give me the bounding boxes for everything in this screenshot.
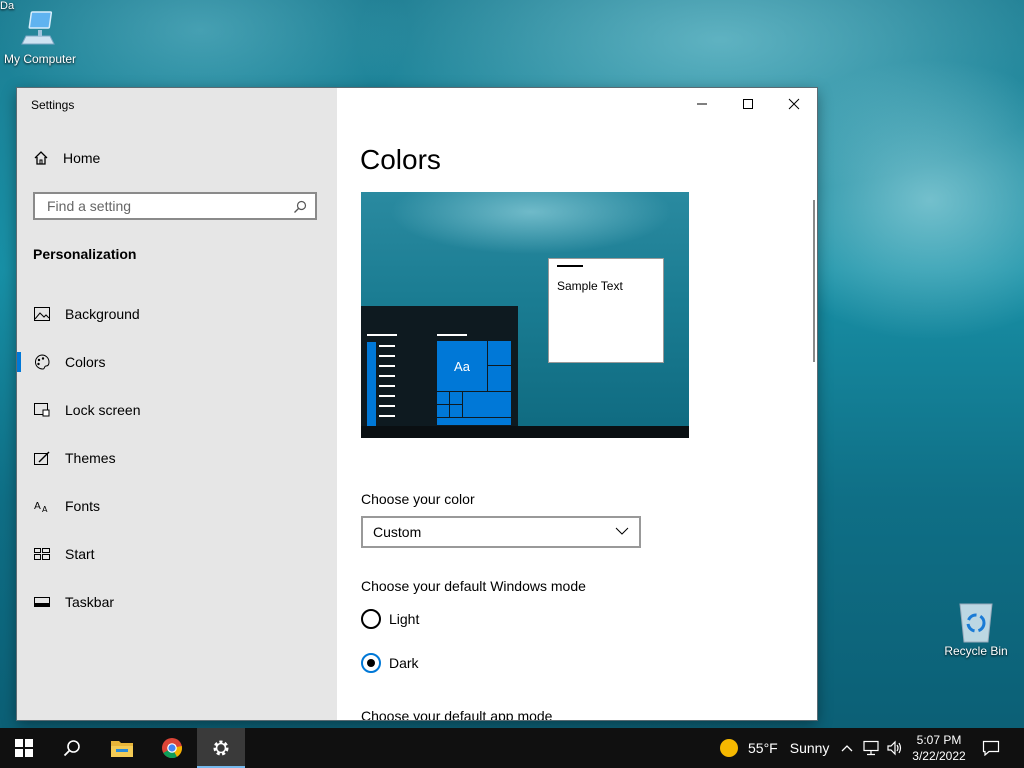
scrollbar[interactable]: [813, 200, 815, 362]
search-icon: [63, 740, 80, 757]
preview-start-menu: Aa: [361, 306, 518, 426]
preview-taskbar: [361, 426, 689, 438]
windows-start-icon: [15, 739, 33, 757]
start-button[interactable]: [0, 728, 48, 768]
sidebar-item-lock-screen[interactable]: Lock screen: [17, 386, 337, 434]
weather-temp: 55°F: [748, 740, 778, 756]
network-button[interactable]: [860, 728, 882, 768]
nav-list: Background Colors Lock screen Themes A A…: [17, 290, 337, 626]
sidebar-item-home[interactable]: Home: [33, 150, 100, 166]
file-explorer-icon: [111, 741, 133, 757]
content-pane: Colors Sample Text Aa Choose your color …: [337, 88, 817, 720]
svg-text:A: A: [42, 505, 48, 513]
start-icon: [33, 545, 51, 563]
minimize-icon: [697, 103, 707, 105]
minimize-button[interactable]: [679, 88, 725, 120]
theme-preview: Sample Text Aa: [361, 192, 689, 438]
desktop-icon-recycle-bin[interactable]: Recycle Bin: [936, 600, 1016, 658]
app-mode-label: Choose your default app mode: [361, 708, 553, 720]
window-title: Settings: [31, 98, 75, 112]
sidebar-item-label: Colors: [65, 354, 106, 370]
preview-window: Sample Text: [548, 258, 664, 363]
notifications-button[interactable]: [978, 728, 1004, 768]
sidebar-item-label: Taskbar: [65, 594, 115, 610]
desktop-icon-label: Recycle Bin: [944, 644, 1008, 658]
chrome-icon: [162, 738, 183, 759]
sidebar-item-label: Background: [65, 306, 140, 322]
taskbar-icon: [33, 593, 51, 611]
network-icon: [863, 740, 879, 756]
search-box[interactable]: [33, 192, 317, 220]
page-title: Colors: [360, 144, 441, 175]
close-button[interactable]: [771, 88, 817, 120]
sidebar-item-label: Home: [63, 150, 101, 166]
computer-icon: [20, 8, 60, 48]
preview-tile-aa: Aa: [436, 340, 488, 392]
sidebar-item-label: Lock screen: [65, 402, 141, 418]
settings-taskbar-button[interactable]: [197, 728, 245, 768]
clock[interactable]: 5:07 PM 3/22/2022: [906, 732, 972, 764]
picture-icon: [33, 305, 51, 323]
sidebar-item-themes[interactable]: Themes: [17, 434, 337, 482]
home-icon: [34, 151, 48, 165]
choose-color-label: Choose your color: [361, 491, 475, 507]
radio-dark[interactable]: Dark: [361, 653, 419, 673]
radio-label: Dark: [389, 655, 419, 671]
svg-text:A: A: [34, 501, 41, 512]
radio-button[interactable]: [361, 609, 381, 629]
color-dropdown-value: Custom: [373, 524, 422, 540]
lock-screen-icon: [33, 401, 51, 419]
sidebar-item-taskbar[interactable]: Taskbar: [17, 578, 337, 626]
chrome-button[interactable]: [148, 728, 196, 768]
volume-button[interactable]: [884, 728, 906, 768]
weather-widget[interactable]: 55°F Sunny: [720, 728, 829, 768]
fonts-icon: AA: [33, 497, 51, 515]
sidebar-item-label: Fonts: [65, 498, 101, 514]
section-title: Personalization: [33, 246, 137, 262]
sidebar: Settings Home Personalization Background: [17, 88, 337, 720]
radio-light[interactable]: Light: [361, 609, 419, 629]
settings-window: Settings Home Personalization Background: [17, 88, 817, 720]
speaker-icon: [887, 740, 902, 756]
file-explorer-button[interactable]: [98, 728, 146, 768]
color-dropdown[interactable]: Custom: [361, 516, 641, 548]
sun-icon: [720, 739, 738, 757]
chevron-up-icon: [841, 745, 853, 752]
preview-sample-text: Sample Text: [557, 279, 623, 293]
palette-icon: [33, 353, 51, 371]
show-hidden-icons-button[interactable]: [838, 728, 856, 768]
notification-icon: [982, 740, 1000, 756]
desktop-icon-label: My Computer: [3, 52, 77, 66]
sidebar-item-fonts[interactable]: AA Fonts: [17, 482, 337, 530]
sidebar-item-colors[interactable]: Colors: [17, 338, 337, 386]
windows-mode-label: Choose your default Windows mode: [361, 578, 586, 594]
themes-icon: [33, 449, 51, 467]
search-icon: [294, 200, 307, 213]
sidebar-item-label: Themes: [65, 450, 116, 466]
desktop-icon-my-computer[interactable]: My Computer: [0, 8, 80, 66]
taskbar: 55°F Sunny 5:07 PM 3/22/2022: [0, 728, 1024, 768]
search-button[interactable]: [48, 728, 96, 768]
settings-gear-icon: [213, 740, 229, 756]
sidebar-item-label: Start: [65, 546, 95, 562]
radio-label: Light: [389, 611, 420, 627]
sidebar-item-start[interactable]: Start: [17, 530, 337, 578]
search-input[interactable]: [45, 197, 289, 215]
maximize-icon: [743, 99, 753, 109]
weather-condition: Sunny: [789, 740, 830, 756]
sidebar-item-background[interactable]: Background: [17, 290, 337, 338]
clock-time: 5:07 PM: [916, 733, 962, 747]
clock-date: 3/22/2022: [912, 749, 966, 763]
maximize-button[interactable]: [725, 88, 771, 120]
chevron-down-icon: [615, 527, 629, 535]
radio-button[interactable]: [361, 653, 381, 673]
close-icon: [788, 98, 800, 110]
recycle-bin-icon: [956, 600, 996, 643]
